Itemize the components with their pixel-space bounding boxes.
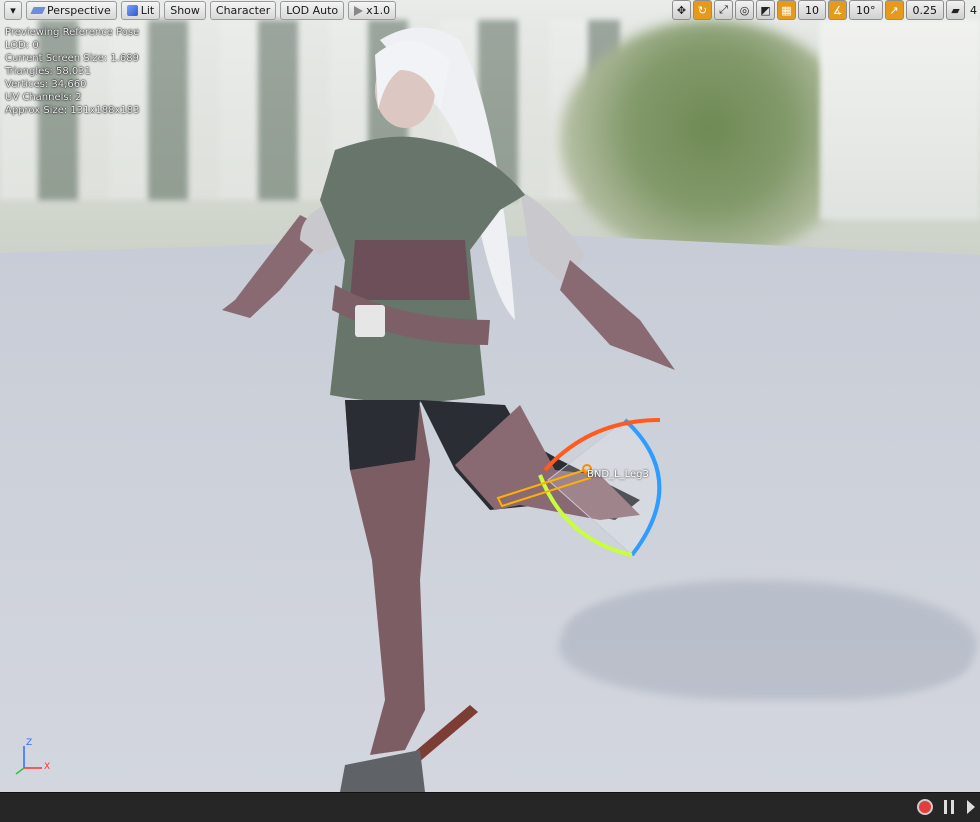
lod-button[interactable]: LOD Auto [280, 1, 345, 20]
stats-screen-size: Current Screen Size: 1.689 [5, 53, 139, 64]
viewport-options-button[interactable]: ▾ [4, 1, 22, 20]
angle-icon: ∡ [832, 3, 843, 17]
timeline-bar [0, 792, 980, 822]
axis-x-label: X [44, 762, 51, 772]
lit-button[interactable]: Lit [120, 1, 161, 20]
playback-speed-button[interactable]: x1.0 [348, 1, 397, 20]
pause-button[interactable] [940, 798, 958, 816]
record-button[interactable] [916, 798, 934, 816]
scale-snap-toggle[interactable]: ↗ [884, 0, 904, 20]
stats-vertices: Vertices: 34,660 [5, 79, 87, 90]
scale-snap-icon: ↗ [889, 3, 899, 17]
record-icon [917, 799, 933, 815]
play-speed-icon [354, 5, 364, 16]
camera-speed-value[interactable]: 4 [967, 0, 980, 20]
surface-snap-button[interactable]: ◩ [756, 0, 775, 20]
speed-label: x1.0 [366, 4, 391, 17]
scale-icon: ⤢ [719, 3, 728, 16]
grid-snap-value[interactable]: 10 [798, 0, 826, 20]
step-forward-button[interactable] [962, 798, 980, 816]
globe-icon: ◎ [739, 3, 750, 17]
camera-speed-button[interactable]: ▰ [946, 0, 965, 20]
grid-snap-toggle[interactable]: ▦ [777, 0, 796, 20]
viewport[interactable] [0, 0, 980, 792]
rotate-tool-button[interactable]: ↻ [693, 0, 712, 20]
show-button[interactable]: Show [164, 1, 206, 20]
rotate-icon: ↻ [697, 3, 708, 17]
stats-lod: LOD: 0 [5, 40, 39, 51]
lod-label: LOD Auto [286, 4, 339, 17]
show-label: Show [170, 4, 200, 17]
character-label: Character [215, 4, 271, 17]
stats-approx-size: Approx Size: 131x188x183 [5, 105, 140, 116]
viewport-stats-overlay: Previewing Reference Pose LOD: 0 Current… [5, 26, 140, 117]
camera-icon: ▰ [951, 3, 960, 17]
translate-tool-button[interactable]: ✥ [672, 0, 691, 20]
surface-snap-icon: ◩ [760, 3, 771, 17]
camera-perspective-icon [30, 7, 46, 14]
perspective-button[interactable]: Perspective [26, 1, 117, 20]
stats-pose: Previewing Reference Pose [5, 27, 140, 38]
axis-indicator: Z X [10, 738, 60, 778]
stats-triangles: Triangles: 58,031 [5, 66, 92, 77]
viewport-toolbar-right: ✥ ↻ ⤢ ◎ ◩ ▦ 10 ∡ 10° ↗ 0.25 ▰ 4 [672, 0, 980, 20]
rotation-snap-toggle[interactable]: ∡ [828, 0, 847, 20]
stats-uv-channels: UV Channels: 2 [5, 92, 82, 103]
character-model[interactable] [0, 0, 980, 792]
pause-icon [944, 800, 954, 814]
grid-icon: ▦ [781, 3, 792, 17]
axis-z-label: Z [26, 738, 33, 748]
move-icon: ✥ [676, 3, 687, 17]
character-button[interactable]: Character [209, 1, 277, 20]
bone-label: BND_L_Leg3 [587, 469, 649, 480]
chevron-down-icon: ▾ [10, 4, 16, 17]
cube-lit-icon [126, 5, 138, 16]
perspective-label: Perspective [47, 4, 111, 17]
scale-snap-value[interactable]: 0.25 [905, 0, 944, 20]
step-forward-icon [967, 800, 975, 814]
rotation-snap-value[interactable]: 10° [849, 0, 883, 20]
scale-tool-button[interactable]: ⤢ [714, 0, 733, 20]
coordinate-system-button[interactable]: ◎ [735, 0, 754, 20]
lit-label: Lit [140, 4, 155, 17]
viewport-toolbar-left: ▾ Perspective Lit Show Character LOD Aut… [4, 1, 397, 20]
